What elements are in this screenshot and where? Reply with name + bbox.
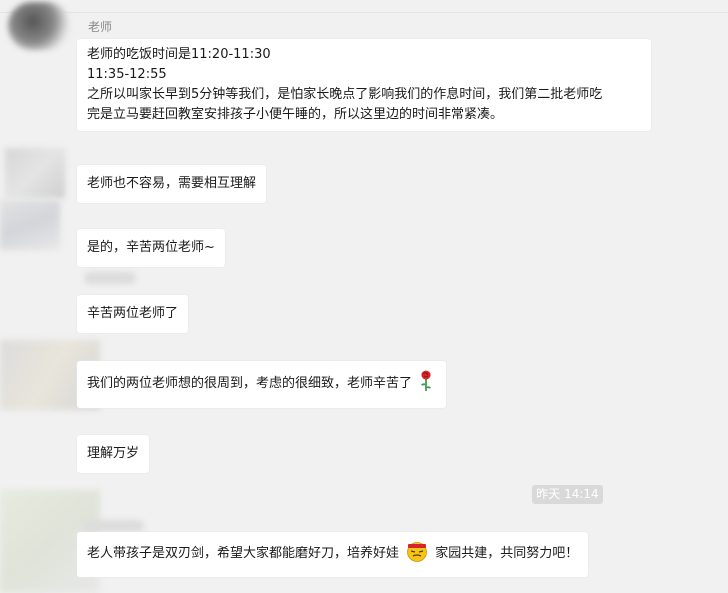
message-text: 之所以叫家长早到5分钟等我们，是怕家长晚点了影响我们的作息时间，我们第二批老师吃 — [87, 87, 603, 102]
message-text: 完是立马要赶回教室安排孩子小便午睡的，所以这里边的时间非常紧凑。 — [87, 107, 504, 122]
message-text: 我们的两位老师想的很周到，考虑的很细致，老师辛苦了 — [87, 376, 413, 391]
sender-name-blurred — [84, 272, 136, 284]
message-text: 理解万岁 — [87, 446, 140, 461]
message-text: 家园共建，共同努力吧！ — [435, 546, 579, 561]
sender-name: 老师 — [88, 20, 113, 34]
message-bubble[interactable]: 我们的两位老师想的很周到，考虑的很细致，老师辛苦了 — [77, 361, 447, 408]
timestamp: 昨天 14:14 — [532, 485, 603, 504]
message-text: 老人带孩子是双刃剑，希望大家都能磨好刀，培养好娃 — [87, 546, 400, 561]
message-bubble[interactable]: 老人带孩子是双刃剑，希望大家都能磨好刀，培养好娃 家园共建，共同努力吧！ — [77, 532, 589, 577]
message-bubble[interactable]: 老师的吃饭时间是11:20-11:30 11:35-12:55 之所以叫家长早到… — [77, 39, 651, 131]
sender-name-blurred — [84, 520, 144, 532]
message-text: 11:35-12:55 — [87, 67, 167, 82]
struggle-face-icon — [406, 540, 428, 569]
rose-icon — [419, 370, 433, 399]
message-bubble[interactable]: 是的，辛苦两位老师~ — [77, 229, 225, 267]
message-bubble[interactable]: 老师也不容易，需要相互理解 — [77, 165, 267, 203]
message-text: 辛苦两位老师了 — [87, 306, 179, 321]
message-text: 是的，辛苦两位老师~ — [87, 240, 215, 255]
message-bubble[interactable]: 理解万岁 — [77, 435, 150, 473]
message-text: 老师的吃饭时间是11:20-11:30 — [87, 47, 271, 62]
avatar[interactable] — [8, 2, 70, 50]
message-text: 老师也不容易，需要相互理解 — [87, 176, 257, 191]
message-bubble[interactable]: 辛苦两位老师了 — [77, 295, 189, 333]
avatar[interactable] — [0, 200, 60, 250]
avatar[interactable] — [5, 148, 65, 198]
window-top-edge — [0, 0, 728, 13]
